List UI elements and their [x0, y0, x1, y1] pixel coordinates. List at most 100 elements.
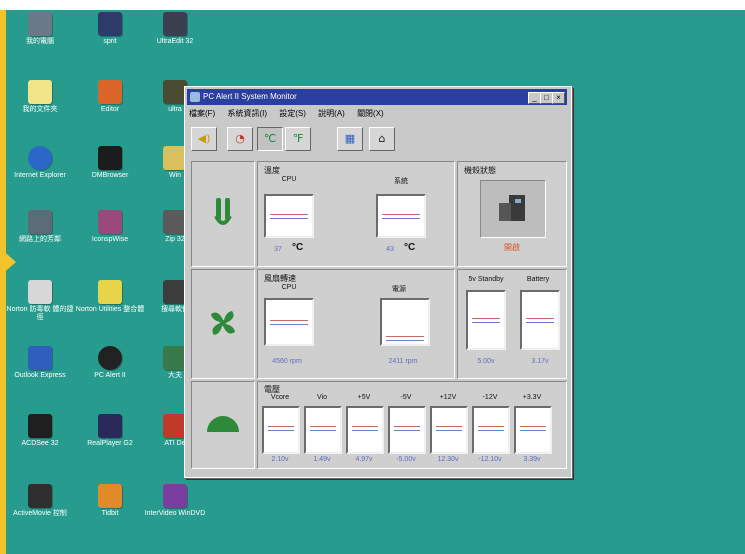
desktop-icon-sprit[interactable]: sprit	[75, 12, 145, 46]
desktop-icon-outlook-express[interactable]: Outlook Express	[5, 346, 75, 380]
battery-gauge	[520, 290, 560, 350]
battery-label: Battery	[526, 276, 550, 283]
psu-fan-gauge	[380, 298, 430, 346]
p33v-label: +3.3V	[522, 394, 542, 401]
chip-icon[interactable]: ▦	[337, 127, 363, 151]
arrow-marker	[0, 248, 16, 276]
close-button[interactable]: ×	[552, 92, 565, 104]
norton-utilities-icon	[98, 280, 122, 304]
p5v-label: +5V	[357, 394, 371, 401]
desktop-icon-norton-antivirus[interactable]: Norton 防毒軟 體的捷徑	[5, 280, 75, 322]
clock-icon[interactable]: ◔	[227, 127, 253, 151]
desktop-icon-realplayer[interactable]: RealPlayer G2	[75, 414, 145, 448]
desktop-icon-network[interactable]: 網路上的芳鄰	[5, 210, 75, 244]
gauge-line-low	[386, 340, 424, 341]
sys-temp-gauge	[376, 194, 426, 238]
window-titlebar[interactable]: PC Alert II System Monitor _ □ ×	[187, 89, 567, 105]
menu-settings[interactable]: 設定(S)	[279, 109, 306, 118]
n12v-value: -12.10v	[478, 456, 502, 463]
desktop-icon-ultraedit[interactable]: UltraEdit 32	[140, 12, 210, 46]
chassis-title: 機殼狀態	[464, 166, 496, 175]
icon-label: DMBrowser	[91, 172, 129, 179]
p33v-gauge	[514, 406, 552, 454]
menu-system-info[interactable]: 系統資訊(I)	[227, 109, 267, 118]
menu-close[interactable]: 關閉(X)	[357, 109, 384, 118]
icon-label: Outlook Express	[14, 372, 66, 379]
icon-label: InterVideo WinDVD	[144, 510, 206, 517]
desktop-icon-pc-alert[interactable]: PC Alert II	[75, 346, 145, 380]
realplayer-icon	[98, 414, 122, 438]
editor-icon	[98, 80, 122, 104]
standby-value: 5.00v	[477, 358, 495, 365]
desktop-icon-activemovie[interactable]: ActiveMovie 控制	[5, 484, 75, 518]
sys-temp-value: 43	[386, 246, 394, 253]
desktop-icon-windvd[interactable]: InterVideo WinDVD	[140, 484, 210, 518]
desktop-icon-my-documents[interactable]: 我的文件夾	[5, 80, 75, 114]
fan-icon	[211, 311, 235, 335]
p12v-gauge	[430, 406, 468, 454]
psu-fan-label: 電源	[392, 286, 406, 293]
speaker-icon[interactable]: ◀)	[191, 127, 217, 151]
gauge-line-high	[386, 336, 424, 337]
gauge-line-high	[526, 318, 554, 319]
home-icon[interactable]: ⌂	[369, 127, 395, 151]
standby-label: 5v Standby	[468, 276, 504, 283]
p12v-label: +12V	[439, 394, 457, 401]
icon-label: ActiveMovie 控制	[13, 510, 67, 517]
desktop-icon-editor[interactable]: Editor	[75, 80, 145, 114]
vio-gauge	[304, 406, 342, 454]
icon-label: UltraEdit 32	[156, 38, 194, 45]
icon-label: IconspWise	[91, 236, 129, 243]
folder-icon	[28, 80, 52, 104]
chassis-image-frame	[480, 180, 546, 238]
standby-panel: 5v Standby Battery 5.00v 3.17v	[457, 269, 567, 379]
desktop-icon-my-computer[interactable]: 我的電腦	[5, 12, 75, 46]
celsius-icon[interactable]: ℃	[257, 127, 283, 151]
chassis-panel: 機殼狀態 開啟	[457, 161, 567, 267]
desktop-icon-internet-explorer[interactable]: Internet Explorer	[5, 146, 75, 180]
outlook-icon	[28, 346, 52, 370]
battery-value: 3.17v	[531, 358, 549, 365]
icon-label: Norton 防毒軟 體的捷徑	[6, 306, 74, 321]
menu-file[interactable]: 檔案(F)	[189, 109, 215, 118]
icon-label: 我的電腦	[26, 38, 54, 45]
icon-label: ACDSee 32	[21, 440, 59, 447]
temp-side-panel	[191, 161, 255, 267]
sys-temp-unit: °C	[404, 242, 416, 253]
gauge-line-high	[382, 214, 420, 215]
gauge-line-low	[472, 322, 500, 323]
cpu-fan-value: 4560 rpm	[272, 358, 302, 365]
thermometer-icon	[214, 198, 232, 225]
desktop-icon-tidbit[interactable]: Tidbit	[75, 484, 145, 518]
activemovie-icon	[28, 484, 52, 508]
chassis-status: 開啟	[504, 243, 520, 252]
ie-icon	[28, 146, 52, 170]
gauge-line-low	[526, 322, 554, 323]
gauge-line-high	[270, 320, 308, 321]
fan-panel: 風扇轉速 CPU 電源 4560 rpm 2411 rpm	[257, 269, 455, 379]
cpu-temp-gauge	[264, 194, 314, 238]
p5v-value: 4.97v	[355, 456, 373, 463]
n5v-label: -5V	[400, 394, 412, 401]
fahrenheit-icon[interactable]: ℉	[285, 127, 311, 151]
menu-help[interactable]: 說明(A)	[318, 109, 345, 118]
standby-gauge	[466, 290, 506, 350]
desktop-icon-dmbrowser[interactable]: DMBrowser	[75, 146, 145, 180]
toolbar: ◀) ◔ ℃ ℉ ▦ ⌂	[189, 125, 569, 153]
icon-label: Norton Utilities 整合體	[75, 306, 145, 313]
icon-label: Editor	[100, 106, 120, 113]
window-title: PC Alert II System Monitor	[203, 92, 297, 101]
gauge-line-low	[382, 218, 420, 219]
p33v-value: 3.39v	[523, 456, 541, 463]
cpu-temp-unit: °C	[292, 242, 304, 253]
iconspwise-icon	[98, 210, 122, 234]
icon-label: RealPlayer G2	[87, 440, 133, 447]
gauge-line-low	[270, 218, 308, 219]
norton-antivirus-icon	[28, 280, 52, 304]
desktop-icon-norton-utilities[interactable]: Norton Utilities 整合體	[75, 280, 145, 314]
desktop-icon-acdsee[interactable]: ACDSee 32	[5, 414, 75, 448]
voltage-panel: 電壓 Vcore Vio +5V -5V +12V -12V +3.3V 2.1…	[257, 381, 567, 469]
vcore-label: Vcore	[270, 394, 290, 401]
n12v-label: -12V	[482, 394, 498, 401]
desktop-icon-iconspwise[interactable]: IconspWise	[75, 210, 145, 244]
